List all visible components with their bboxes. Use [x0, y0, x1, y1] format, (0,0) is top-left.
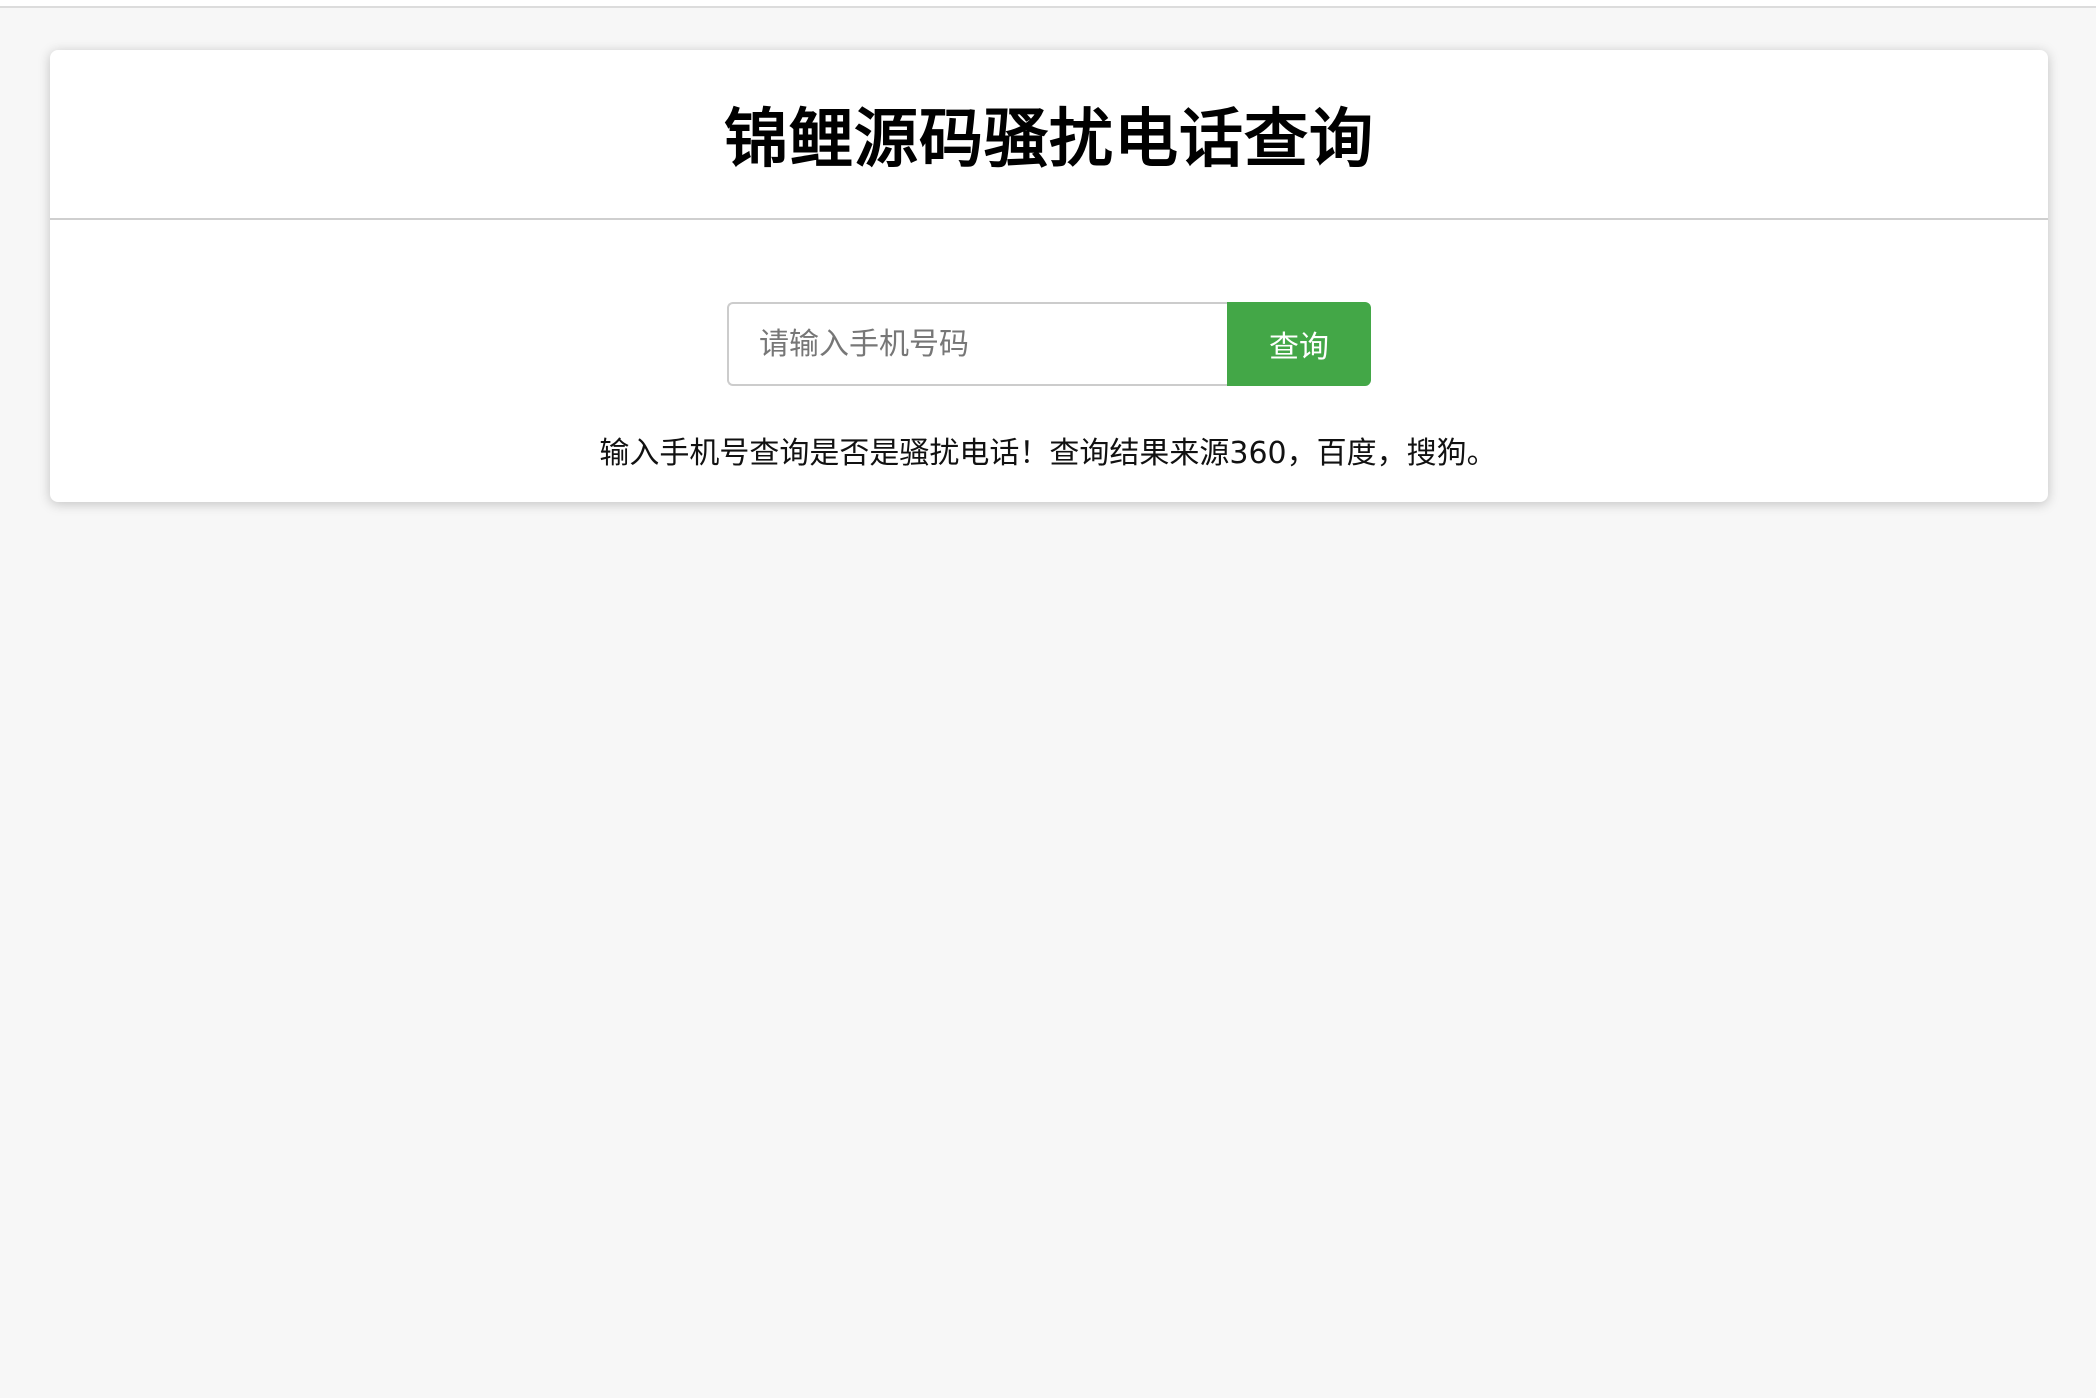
- hint-text: 输入手机号查询是否是骚扰电话！查询结果来源360，百度，搜狗。: [599, 436, 1497, 471]
- browser-top-border: [0, 0, 2096, 8]
- phone-number-input[interactable]: [727, 302, 1227, 386]
- search-form: 查询: [50, 302, 2048, 386]
- query-button[interactable]: 查询: [1227, 302, 1371, 386]
- card-header: 锦鲤源码骚扰电话查询: [50, 50, 2048, 220]
- page-title: 锦鲤源码骚扰电话查询: [724, 103, 1374, 177]
